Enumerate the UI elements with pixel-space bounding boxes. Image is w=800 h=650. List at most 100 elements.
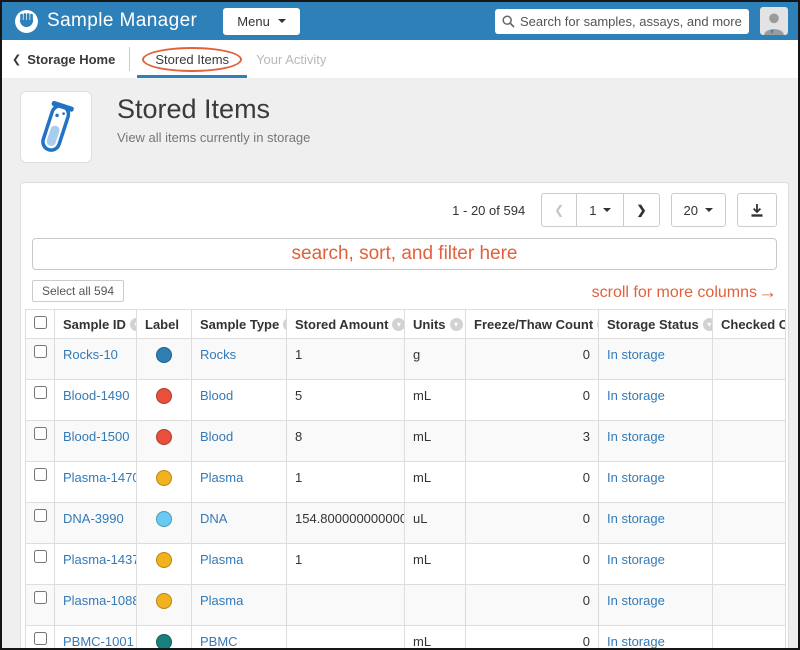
checked-out-cell (713, 462, 786, 503)
freeze-thaw-count-cell: 0 (466, 626, 599, 650)
sample-id-link[interactable]: DNA-3990 (63, 511, 124, 526)
sample-id-cell: Blood-1490 (55, 380, 137, 421)
sample-id-link[interactable]: PBMC-1001 (63, 634, 134, 649)
sample-type-link[interactable]: Blood (200, 388, 233, 403)
storage-status-link[interactable]: In storage (607, 511, 665, 526)
sample-type-link[interactable]: Rocks (200, 347, 236, 362)
storage-status-cell: In storage (599, 421, 713, 462)
row-checkbox[interactable] (34, 591, 47, 604)
screenshot-frame: Sample Manager Menu ❮ Storage Home (0, 0, 800, 650)
tab-your-activity[interactable]: Your Activity (256, 52, 326, 67)
storage-status-link[interactable]: In storage (607, 347, 665, 362)
user-avatar[interactable] (760, 7, 788, 35)
column-header-sample-id: Sample ID▾ (55, 310, 137, 339)
stored-amount-cell: 5 (287, 380, 405, 421)
caret-down-icon (603, 208, 611, 212)
page-select-button[interactable]: 1 (576, 193, 624, 227)
sample-id-link[interactable]: Plasma-1470 (63, 470, 137, 485)
search-input[interactable] (520, 14, 742, 29)
stored-amount-cell (287, 585, 405, 626)
storage-status-link[interactable]: In storage (607, 470, 665, 485)
scroll-annotation: scroll for more columns → (592, 284, 777, 302)
column-header-inner: Sample ID▾ (63, 317, 128, 332)
table-row: PBMC-1001PBMCmL0In storage (26, 626, 786, 650)
sample-type-link[interactable]: Plasma (200, 552, 243, 567)
pagination-count: 1 - 20 of 594 (452, 203, 525, 218)
row-checkbox[interactable] (34, 509, 47, 522)
label-cell (137, 339, 192, 380)
storage-status-link[interactable]: In storage (607, 552, 665, 567)
row-checkbox-cell (26, 503, 55, 544)
sample-type-link[interactable]: PBMC (200, 634, 238, 649)
select-page-checkbox[interactable] (34, 316, 47, 329)
checked-out-cell (713, 380, 786, 421)
row-checkbox[interactable] (34, 345, 47, 358)
sample-id-link[interactable]: Blood-1500 (63, 429, 130, 444)
sample-type-link[interactable]: Plasma (200, 470, 243, 485)
storage-status-link[interactable]: In storage (607, 388, 665, 403)
menu-button[interactable]: Menu (223, 8, 300, 35)
app-header: Sample Manager Menu (2, 2, 798, 40)
filter-annotation: search, sort, and filter here (292, 243, 518, 265)
sub-navigation: ❮ Storage Home Stored Items Your Activit… (2, 40, 798, 78)
storage-status-cell: In storage (599, 585, 713, 626)
sample-id-link[interactable]: Blood-1490 (63, 388, 130, 403)
column-header-label: Label (145, 317, 179, 332)
sample-type-link[interactable]: DNA (200, 511, 227, 526)
sample-tube-icon (20, 91, 92, 163)
sample-id-link[interactable]: Plasma-1088 (63, 593, 137, 608)
grid-omnibox[interactable]: search, sort, and filter here (32, 238, 777, 270)
freeze-thaw-count-cell: 0 (466, 462, 599, 503)
column-menu-icon[interactable]: ▾ (130, 318, 137, 331)
checked-out-cell (713, 503, 786, 544)
sample-type-link[interactable]: Blood (200, 429, 233, 444)
freeze-thaw-count-cell: 0 (466, 380, 599, 421)
column-header-inner: Units▾ (413, 317, 457, 332)
units-cell: mL (405, 380, 466, 421)
row-checkbox[interactable] (34, 468, 47, 481)
page-size-label: 20 (684, 203, 698, 218)
sample-type-cell: Blood (192, 380, 287, 421)
sample-id-link[interactable]: Plasma-1437 (63, 552, 137, 567)
column-header-label: Units (413, 317, 446, 332)
column-header-inner: Storage Status▾ (607, 317, 704, 332)
column-header-label: Freeze/Thaw Count (474, 317, 593, 332)
sample-type-link[interactable]: Plasma (200, 593, 243, 608)
freeze-thaw-count-cell: 0 (466, 503, 599, 544)
column-menu-icon[interactable]: ▾ (392, 318, 404, 331)
storage-status-link[interactable]: In storage (607, 634, 665, 649)
prev-page-button[interactable]: ❮ (541, 193, 577, 227)
units-cell: mL (405, 421, 466, 462)
storage-status-cell: In storage (599, 503, 713, 544)
stored-amount-cell: 1 (287, 544, 405, 585)
storage-status-link[interactable]: In storage (607, 429, 665, 444)
table-row: Plasma-1437Plasma1mL0In storage (26, 544, 786, 585)
table-header-row: Sample ID▾LabelSample Type▾Stored Amount… (26, 310, 786, 339)
table-row: Plasma-1470Plasma1mL0In storage (26, 462, 786, 503)
column-header-label: Label (137, 310, 192, 339)
select-all-button[interactable]: Select all 594 (32, 280, 124, 302)
label-color-dot (156, 593, 172, 609)
column-header-inner: Freeze/Thaw Count▾ (474, 317, 590, 332)
page-size-button[interactable]: 20 (671, 193, 726, 227)
scroll-annotation-text: scroll for more columns (592, 284, 757, 302)
export-button[interactable] (737, 193, 777, 227)
freeze-thaw-count-cell: 0 (466, 339, 599, 380)
row-checkbox[interactable] (34, 632, 47, 645)
row-checkbox[interactable] (34, 386, 47, 399)
tab-stored-items[interactable]: Stored Items (142, 47, 242, 72)
row-checkbox[interactable] (34, 550, 47, 563)
row-checkbox-cell (26, 585, 55, 626)
table-row: DNA-3990DNA154.800000000000011uL0In stor… (26, 503, 786, 544)
storage-status-link[interactable]: In storage (607, 593, 665, 608)
row-checkbox[interactable] (34, 427, 47, 440)
column-menu-icon[interactable]: ▾ (450, 318, 463, 331)
current-page-label: 1 (589, 203, 596, 218)
breadcrumb-storage-home[interactable]: ❮ Storage Home (12, 52, 115, 67)
column-menu-icon[interactable]: ▾ (703, 318, 713, 331)
next-page-button[interactable]: ❯ (623, 193, 659, 227)
freeze-thaw-count-cell: 0 (466, 585, 599, 626)
sample-id-link[interactable]: Rocks-10 (63, 347, 118, 362)
freeze-thaw-count-cell: 3 (466, 421, 599, 462)
global-search[interactable] (495, 9, 749, 34)
